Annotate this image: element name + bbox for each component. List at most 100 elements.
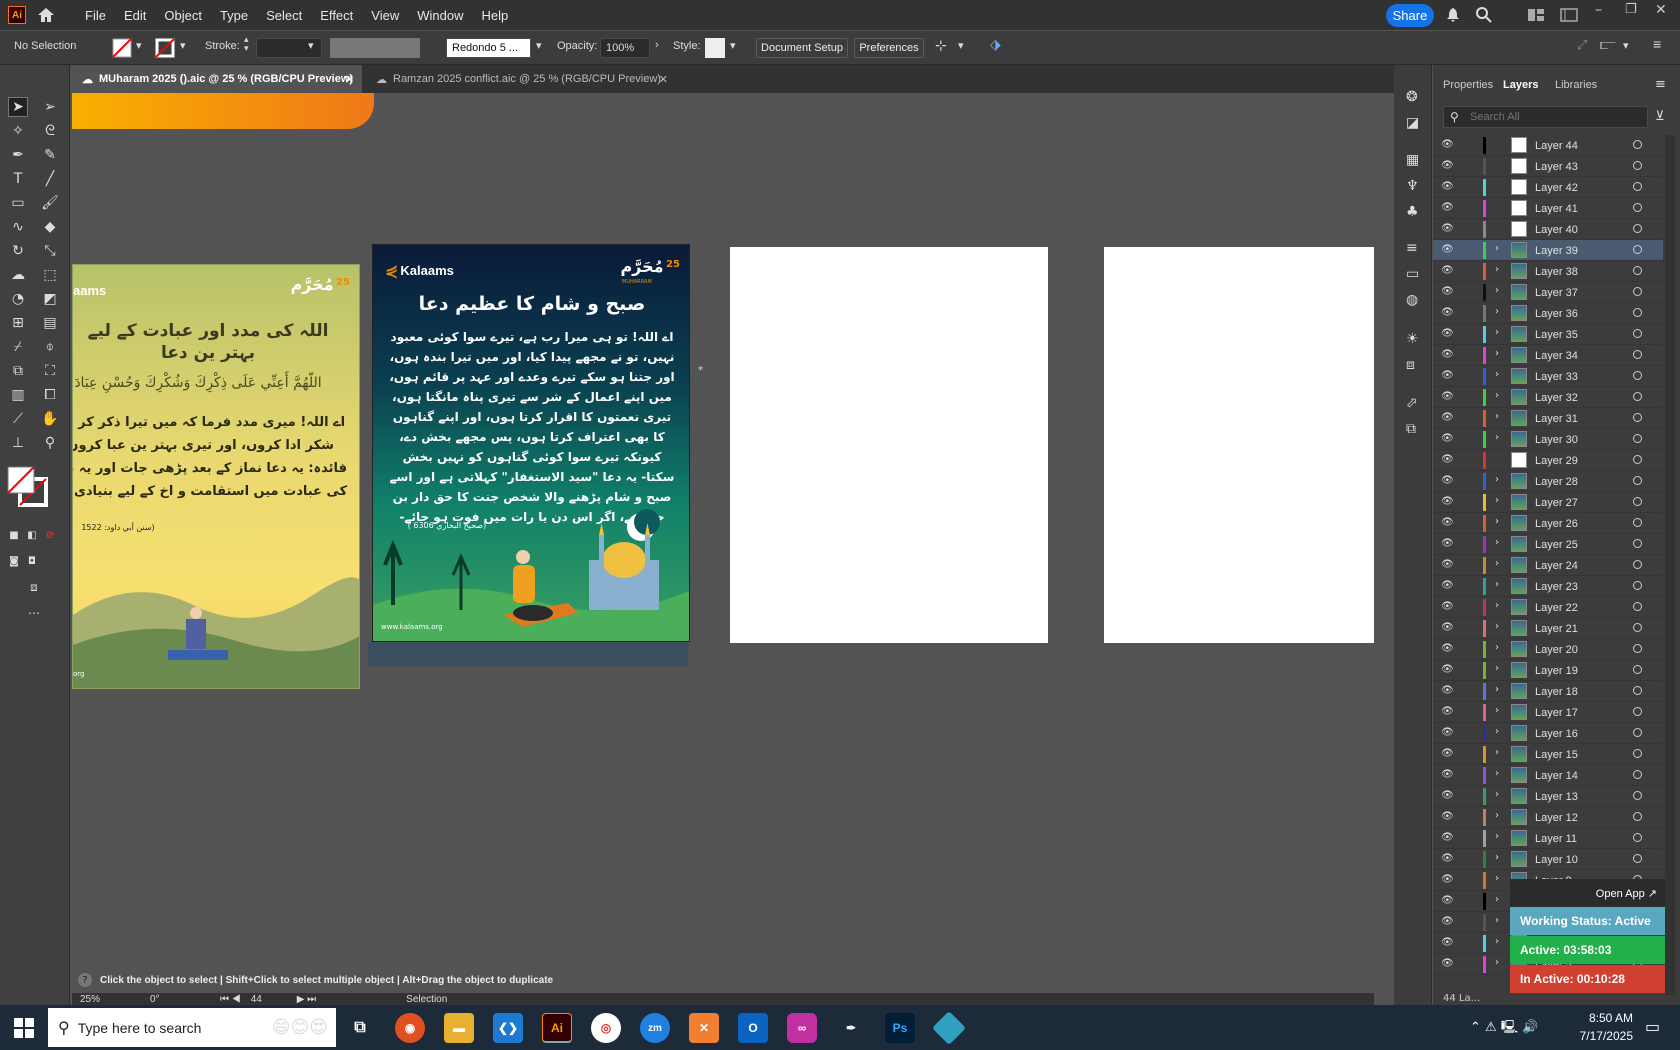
layer-name[interactable]: Layer 10 xyxy=(1535,854,1578,866)
target-icon[interactable] xyxy=(1633,203,1642,212)
chevron-right-icon[interactable]: › xyxy=(1495,579,1499,590)
app-icon[interactable] xyxy=(932,1011,966,1045)
target-icon[interactable] xyxy=(1633,560,1642,569)
symbol-sprayer-tool-icon[interactable]: ⛶ xyxy=(40,361,60,381)
layer-name[interactable]: Layer 25 xyxy=(1535,539,1578,551)
layer-name[interactable]: Layer 36 xyxy=(1535,308,1578,320)
layer-name[interactable]: Layer 41 xyxy=(1535,203,1578,215)
xampp-icon[interactable]: ✕ xyxy=(689,1013,719,1043)
screen-mode-icon[interactable]: ⧈ xyxy=(24,577,44,597)
visibility-eye-icon[interactable]: 👁 xyxy=(1441,265,1455,277)
visibility-eye-icon[interactable]: 👁 xyxy=(1441,307,1455,319)
target-icon[interactable] xyxy=(1633,539,1642,548)
target-icon[interactable] xyxy=(1633,350,1642,359)
none-mode-icon[interactable]: ⊘ xyxy=(40,525,60,545)
share-button[interactable]: Share xyxy=(1386,4,1434,27)
menu-edit[interactable]: Edit xyxy=(115,8,155,23)
curvature-tool-icon[interactable]: ✎ xyxy=(40,145,60,165)
target-icon[interactable] xyxy=(1633,224,1642,233)
layer-row[interactable]: 👁 Layer 40 xyxy=(1433,219,1663,240)
eyedropper-tool-icon[interactable]: ⌿ xyxy=(8,337,28,357)
chevron-right-icon[interactable]: › xyxy=(1495,768,1499,779)
target-icon[interactable] xyxy=(1633,518,1642,527)
measure-tool-icon[interactable]: ⌽ xyxy=(40,337,60,357)
chevron-right-icon[interactable]: › xyxy=(1495,285,1499,296)
chevron-right-icon[interactable]: › xyxy=(1495,306,1499,317)
chevron-right-icon[interactable]: › xyxy=(1495,432,1499,443)
artboard-tool-icon[interactable]: ⧠ xyxy=(40,385,60,405)
chevron-down-icon[interactable]: ▾ xyxy=(308,39,314,52)
swatches-panel-icon[interactable]: ▦ xyxy=(1406,152,1419,168)
layer-row[interactable]: 👁 Layer 44 xyxy=(1433,135,1663,156)
search-input[interactable] xyxy=(1470,109,1640,125)
shape-builder-tool-icon[interactable]: ◔ xyxy=(8,289,28,309)
warp-tool-icon[interactable]: ☁ xyxy=(8,265,28,285)
layer-row[interactable]: 👁 › Layer 16 xyxy=(1433,723,1663,744)
layer-name[interactable]: Layer 14 xyxy=(1535,770,1578,782)
windows-start-icon[interactable] xyxy=(14,1018,34,1038)
layer-row[interactable]: 👁 Layer 29 xyxy=(1433,450,1663,471)
layer-name[interactable]: Layer 35 xyxy=(1535,329,1578,341)
layer-name[interactable]: Layer 26 xyxy=(1535,518,1578,530)
visibility-eye-icon[interactable]: 👁 xyxy=(1441,748,1455,760)
stroke-panel-icon[interactable]: ≡ xyxy=(1406,240,1418,256)
type-tool-icon[interactable]: T xyxy=(8,169,28,189)
layer-row[interactable]: 👁 › Layer 10 xyxy=(1433,849,1663,870)
export-panel-icon[interactable]: ⬀ xyxy=(1406,395,1418,411)
visibility-eye-icon[interactable]: 👁 xyxy=(1441,895,1455,907)
blend-tool-icon[interactable]: ⧉ xyxy=(8,361,28,381)
layer-name[interactable]: Layer 17 xyxy=(1535,707,1578,719)
visibility-eye-icon[interactable]: 👁 xyxy=(1441,454,1455,466)
visibility-eye-icon[interactable]: 👁 xyxy=(1441,832,1455,844)
zoom-level[interactable]: 25% xyxy=(80,994,140,1005)
layer-row[interactable]: 👁 › Layer 36 xyxy=(1433,303,1663,324)
chevron-right-icon[interactable]: › xyxy=(1495,558,1499,569)
chevron-down-icon[interactable]: ▾ xyxy=(536,39,542,52)
selection-tool-icon[interactable]: ➤ xyxy=(8,97,28,117)
layer-name[interactable]: Layer 13 xyxy=(1535,791,1578,803)
panel-menu-icon[interactable]: ≡ xyxy=(1655,77,1666,92)
layer-name[interactable]: Layer 21 xyxy=(1535,623,1578,635)
layer-name[interactable]: Layer 15 xyxy=(1535,749,1578,761)
artboard-3[interactable] xyxy=(730,247,1048,643)
preferences-button[interactable]: Preferences xyxy=(854,38,924,58)
layer-row[interactable]: 👁 › Layer 26 xyxy=(1433,513,1663,534)
gradient-swatch-icon[interactable]: ▭ xyxy=(1406,266,1419,282)
visibility-eye-icon[interactable]: 👁 xyxy=(1441,958,1455,970)
layer-name[interactable]: Layer 16 xyxy=(1535,728,1578,740)
fill-stroke-swatch-icon[interactable] xyxy=(6,465,56,515)
layer-name[interactable]: Layer 30 xyxy=(1535,434,1578,446)
visibility-eye-icon[interactable]: 👁 xyxy=(1441,769,1455,781)
layer-row[interactable]: 👁 Layer 42 xyxy=(1433,177,1663,198)
fill-swatch-icon[interactable] xyxy=(112,38,132,58)
visibility-eye-icon[interactable]: 👁 xyxy=(1441,181,1455,193)
chevron-right-icon[interactable]: › xyxy=(1495,684,1499,695)
layer-row[interactable]: 👁 › Layer 35 xyxy=(1433,324,1663,345)
layer-row[interactable]: 👁 › Layer 11 xyxy=(1433,828,1663,849)
visibility-eye-icon[interactable]: 👁 xyxy=(1441,685,1455,697)
layer-name[interactable]: Layer 22 xyxy=(1535,602,1578,614)
target-icon[interactable] xyxy=(1633,182,1642,191)
chevron-right-icon[interactable]: › xyxy=(1495,726,1499,737)
visibility-eye-icon[interactable]: 👁 xyxy=(1441,727,1455,739)
zoom-tool-icon[interactable]: ⚲ xyxy=(40,433,60,453)
target-icon[interactable] xyxy=(1633,665,1642,674)
mesh-tool-icon[interactable]: ⊞ xyxy=(8,313,28,333)
target-icon[interactable] xyxy=(1633,497,1642,506)
layer-row[interactable]: 👁 › Layer 21 xyxy=(1433,618,1663,639)
layer-name[interactable]: Layer 42 xyxy=(1535,182,1578,194)
illustrator-icon[interactable]: Ai xyxy=(542,1013,572,1043)
visibility-eye-icon[interactable]: 👁 xyxy=(1441,202,1455,214)
graphic-styles-panel-icon[interactable]: ⧈ xyxy=(1406,357,1415,373)
rotate-view-tool-icon[interactable]: ⊥ xyxy=(8,433,28,453)
target-icon[interactable] xyxy=(1633,770,1642,779)
layer-name[interactable]: Layer 34 xyxy=(1535,350,1578,362)
gradient-panel-icon[interactable]: ◪ xyxy=(1406,115,1419,131)
column-graph-tool-icon[interactable]: ▥ xyxy=(8,385,28,405)
target-icon[interactable] xyxy=(1633,581,1642,590)
layer-row[interactable]: 👁 › Layer 33 xyxy=(1433,366,1663,387)
chevron-right-icon[interactable]: › xyxy=(1495,789,1499,800)
layer-name[interactable]: Layer 20 xyxy=(1535,644,1578,656)
target-icon[interactable] xyxy=(1633,749,1642,758)
chevron-right-icon[interactable]: › xyxy=(1495,243,1499,254)
